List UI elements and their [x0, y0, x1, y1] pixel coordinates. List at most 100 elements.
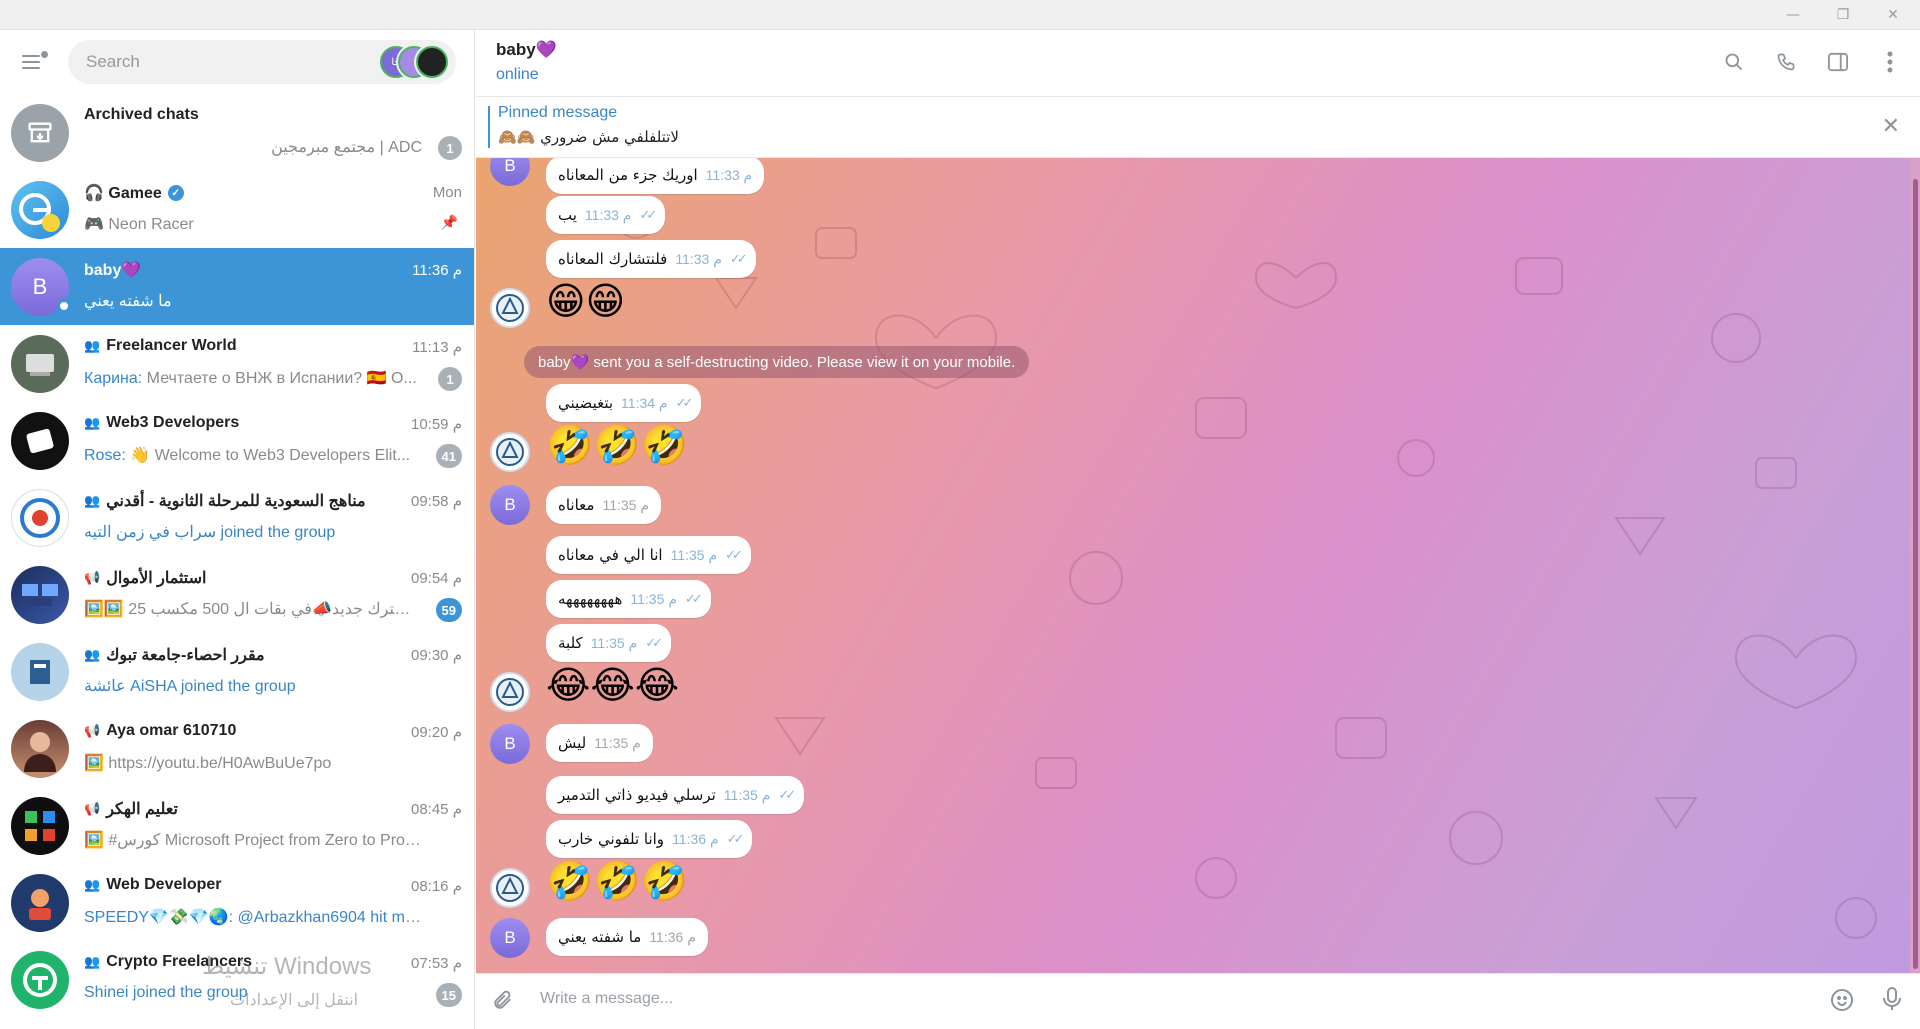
message-outgoing[interactable]: يب 11:33 م ✓✓ — [546, 196, 666, 234]
menu-icon[interactable] — [20, 51, 48, 73]
search-input[interactable] — [86, 52, 366, 72]
chat-name: baby💜 — [84, 262, 142, 279]
chat-row-hacking-education[interactable]: 📢 تعليم الهكر 08:45 م 🖼️ #كورس Microsoft … — [0, 787, 474, 864]
archived-chats-row[interactable]: Archived chats ADC | مجتمع مبرمجين 1 — [0, 94, 474, 171]
preview-text: Мечтаете о ВНЖ в Испании? 🇪🇸 О... — [142, 370, 417, 387]
chat-row-aya-omar[interactable]: 📢 Aya omar 610710 09:20 م 🖼️ https://yout… — [0, 710, 474, 787]
message-outgoing[interactable]: وانا تلفوني خارب 11:36 م ✓✓ — [546, 820, 753, 858]
avatar[interactable]: B — [490, 724, 530, 764]
chat-name-text: 🎧 Gamee — [84, 185, 162, 202]
chat-name-text: مناهج السعودية للمرحلة الثانوية - أقدني — [106, 493, 366, 510]
read-checks-icon: ✓✓ — [778, 787, 796, 803]
sidebar-toggle-icon[interactable] — [1826, 50, 1850, 74]
emoji-message[interactable]: 😁😁 — [546, 282, 625, 320]
emoji-message[interactable]: 🤣🤣🤣 — [546, 426, 688, 464]
minimize-button[interactable]: — — [1786, 7, 1800, 23]
message-input[interactable] — [540, 990, 1820, 1008]
read-checks-icon: ✓✓ — [684, 591, 703, 607]
chat-time: 07:53 م — [410, 955, 462, 972]
more-icon[interactable] — [1878, 50, 1902, 74]
message-outgoing[interactable]: ترسلي فيديو ذاتي التدمير 11:35 م ✓✓ — [546, 776, 805, 814]
search-box[interactable]: خا — [68, 40, 456, 84]
megaphone-icon: 📢 — [84, 723, 101, 738]
chat-row-statistics-course[interactable]: 👥 مقرر احصاء-جامعة تبوك 09:30 م عائشة AiS… — [0, 633, 474, 710]
message-incoming[interactable]: ما شفته يعني 11:36 م — [546, 918, 708, 956]
avatar[interactable]: B — [490, 485, 530, 525]
read-checks-icon: ✓✓ — [726, 831, 745, 847]
emoji-message[interactable]: 🤣🤣🤣 — [546, 862, 688, 900]
megaphone-icon: 📢 — [84, 570, 101, 585]
stories-strip[interactable]: خا — [380, 46, 448, 78]
group-icon: 👥 — [84, 954, 101, 969]
chat-preview: ما شفته يعني — [84, 293, 172, 310]
message-text: انا الي في معاناه — [558, 546, 663, 564]
chat-row-gamee[interactable]: 🎧 Gamee ✓ Mon 🎮 Neon Racer 📌 — [0, 171, 474, 248]
emoji-message[interactable]: 😂😂😂 — [546, 666, 679, 704]
message-outgoing[interactable]: ههههههههه 11:35 م ✓✓ — [546, 580, 711, 618]
online-indicator — [57, 299, 71, 313]
close-window-button[interactable]: ✕ — [1886, 7, 1900, 23]
chat-status: online — [496, 66, 539, 83]
chat-name: 📢 Aya omar 610710 — [84, 722, 236, 740]
microphone-icon[interactable] — [1882, 986, 1902, 1018]
message-outgoing[interactable]: فلنتشارك المعاناه 11:33 م ✓✓ — [546, 240, 756, 278]
chat-row-web-developer[interactable]: 👥 Web Developer 08:16 م SPEEDY💎💸💎🌏: @Arba… — [0, 864, 474, 941]
avatar — [11, 565, 69, 624]
close-icon[interactable]: ✕ — [1882, 114, 1900, 139]
unread-badge: 15 — [435, 983, 462, 1007]
chat-name: 🎧 Gamee ✓ — [84, 183, 184, 203]
avatar — [11, 642, 69, 701]
chat-name-text: Web3 Developers — [106, 414, 240, 431]
message-outgoing[interactable]: اوريك جزء من المعاناه 11:33 م — [546, 158, 765, 194]
message-time: 11:34 م — [621, 394, 668, 411]
message-outgoing[interactable]: انا الي في معاناه 11:35 م ✓✓ — [546, 536, 751, 574]
message-outgoing[interactable]: بتغيضيني 11:34 م ✓✓ — [546, 384, 702, 422]
phone-icon[interactable] — [1774, 50, 1798, 74]
search-icon[interactable] — [1722, 50, 1746, 74]
emoji-icon[interactable] — [1830, 988, 1854, 1018]
message-text: يب — [558, 206, 577, 224]
read-checks-icon: ✓✓ — [645, 635, 663, 651]
pinned-text: لاتتلفلفي مش ضروري 🙈🙈 — [498, 128, 679, 146]
chat-time: 09:54 م — [410, 570, 462, 587]
message-incoming[interactable]: معاناه 11:35 م — [546, 486, 662, 524]
message-incoming[interactable]: ليش 11:35 م — [546, 724, 653, 762]
my-avatar[interactable] — [490, 672, 530, 712]
my-avatar[interactable] — [490, 868, 530, 908]
avatar — [11, 719, 69, 778]
avatar[interactable]: B — [490, 918, 530, 958]
chat-list-sidebar: خا Archived chats ADC | مجتمع مبرمجين 1 … — [0, 30, 475, 1029]
message-outgoing[interactable]: كلبة 11:35 م ✓✓ — [546, 624, 672, 662]
avatar — [11, 411, 69, 470]
chat-row-freelancer-world[interactable]: 👥 Freelancer World 11:13 م Карина: Мечтае… — [0, 325, 474, 402]
avatar — [11, 873, 69, 932]
chat-time: 08:16 م — [410, 878, 462, 895]
group-icon: 👥 — [84, 877, 101, 892]
read-checks-icon: ✓✓ — [729, 251, 748, 267]
preview-text: 👋 Welcome to Web3 Developers Elit... — [125, 447, 411, 464]
chat-row-baby[interactable]: B baby💜 11:36 م ما شفته يعني — [0, 248, 474, 325]
chat-preview: 🖼️ #كورس Microsoft Project from Zero to … — [84, 832, 422, 849]
avatar — [11, 796, 69, 855]
chat-name: 👥 مقرر احصاء-جامعة تبوك — [84, 645, 265, 665]
unread-badge: 1 — [438, 136, 462, 160]
pinned-indicator — [488, 106, 490, 148]
message-text: اوريك جزء من المعاناه — [558, 166, 698, 184]
chat-row-saudi-curricula[interactable]: 👥 مناهج السعودية للمرحلة الثانوية - أقدني… — [0, 479, 474, 556]
attach-icon[interactable] — [492, 988, 514, 1018]
chat-time: 10:59 م — [410, 416, 462, 433]
maximize-button[interactable]: ❐ — [1836, 7, 1850, 23]
message-time: 11:33 م — [705, 166, 753, 183]
chat-preview: 🖼️🖼️ مشترك جديد📣في بقات ال 500 مكسب 25..… — [84, 601, 422, 618]
chat-name: Archived chats — [84, 106, 199, 123]
chat-title[interactable]: baby💜 — [496, 40, 557, 60]
my-avatar[interactable] — [490, 288, 530, 328]
chat-row-investment[interactable]: 📢 استثمار الأموال 09:54 م 🖼️🖼️ مشترك جديد… — [0, 556, 474, 633]
chat-row-web3-developers[interactable]: 👥 Web3 Developers 10:59 م Rose: 👋 Welcome… — [0, 402, 474, 479]
story-avatar[interactable] — [416, 46, 448, 78]
pinned-message-bar[interactable]: Pinned message لاتتلفلفي مش ضروري 🙈🙈 ✕ — [476, 98, 1920, 158]
message-scrollbar[interactable] — [1910, 158, 1920, 973]
title-bar: — ❐ ✕ — [0, 0, 1920, 30]
unread-badge: 1 — [438, 367, 462, 391]
my-avatar[interactable] — [490, 432, 530, 472]
